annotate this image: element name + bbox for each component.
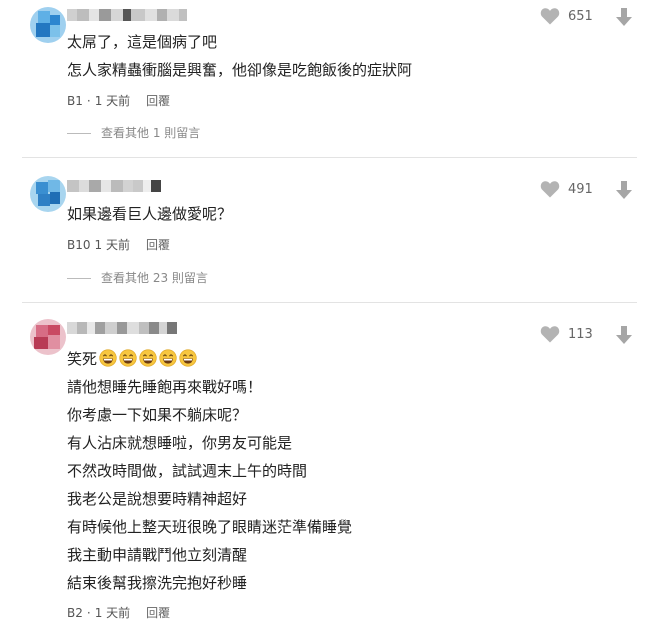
grinning-face-emoji xyxy=(159,349,177,367)
comment-text: 有時候他上整天班很晚了眼睛迷茫準備睡覺 xyxy=(67,518,353,536)
separator: · xyxy=(86,606,91,620)
view-more-replies-label: 查看其他 23 則留言 xyxy=(101,271,208,285)
comment-divider xyxy=(22,157,637,158)
grinning-face-emoji xyxy=(139,349,157,367)
timestamp: 1 天前 xyxy=(94,94,131,108)
like-button[interactable]: 113 xyxy=(540,325,593,343)
comment-text: 請他想睡先睡飽再來戰好嗎！ xyxy=(67,378,263,396)
view-more-replies[interactable]: 查看其他 23 則留言 xyxy=(67,269,208,286)
reply-button[interactable]: 回覆 xyxy=(146,238,170,252)
like-count: 651 xyxy=(568,8,593,24)
dislike-button[interactable] xyxy=(614,7,634,31)
author-name-redacted xyxy=(67,180,161,192)
comment-text: 有人沾床就想睡啦，你男友可能是 xyxy=(67,434,293,452)
comment-text: 不然改時間做，試試週末上午的時間 xyxy=(67,462,308,480)
like-button[interactable]: 651 xyxy=(540,7,593,25)
avatar[interactable] xyxy=(30,7,66,43)
floor-label: B10 xyxy=(67,238,91,252)
comment-text: 怎人家精蟲衝腦是興奮，他卻像是吃飽飯後的症狀阿 xyxy=(67,61,413,79)
comment-text: 我主動申請戰鬥他立刻清醒 xyxy=(67,546,248,564)
comment-text: 太屌了，這是個病了吧 xyxy=(67,33,218,51)
avatar[interactable] xyxy=(30,319,66,355)
comment-meta: B1 · 1 天前 回覆 xyxy=(67,92,170,109)
down-arrow-icon xyxy=(616,181,632,199)
divider-line xyxy=(67,133,91,134)
heart-icon xyxy=(540,326,560,343)
floor-label: B1 xyxy=(67,94,83,108)
separator: · xyxy=(86,94,91,108)
like-count: 113 xyxy=(568,326,593,342)
comment-text: 結束後幫我擦洗完抱好秒睡 xyxy=(67,574,248,592)
grinning-face-emoji xyxy=(179,349,197,367)
comment-text: 笑死 xyxy=(67,349,197,369)
divider-line xyxy=(67,278,91,279)
comment-meta: B2 · 1 天前 回覆 xyxy=(67,604,170,621)
view-more-replies-label: 查看其他 1 則留言 xyxy=(101,126,201,140)
emoji-row xyxy=(97,349,197,368)
author-name-redacted xyxy=(67,322,177,334)
timestamp: 1 天前 xyxy=(94,606,131,620)
like-button[interactable]: 491 xyxy=(540,180,593,198)
view-more-replies[interactable]: 查看其他 1 則留言 xyxy=(67,124,200,141)
grinning-face-emoji xyxy=(99,349,117,367)
grinning-face-emoji xyxy=(119,349,137,367)
comment-text: 我老公是說想要時精神超好 xyxy=(67,490,248,508)
timestamp: 1 天前 xyxy=(94,238,130,252)
heart-icon xyxy=(540,8,560,25)
avatar[interactable] xyxy=(30,176,66,212)
comment-text: 如果邊看巨人邊做愛呢？ xyxy=(67,205,233,223)
comment-text-start: 笑死 xyxy=(67,350,98,368)
like-count: 491 xyxy=(568,181,593,197)
heart-icon xyxy=(540,181,560,198)
down-arrow-icon xyxy=(616,326,632,344)
reply-button[interactable]: 回覆 xyxy=(146,606,170,620)
reply-button[interactable]: 回覆 xyxy=(146,94,170,108)
comment-text: 你考慮一下如果不躺床呢？ xyxy=(67,406,248,424)
floor-label: B2 xyxy=(67,606,83,620)
dislike-button[interactable] xyxy=(614,180,634,204)
comment-meta: B10 1 天前 回覆 xyxy=(67,236,170,253)
dislike-button[interactable] xyxy=(614,325,634,349)
comment-divider xyxy=(22,302,637,303)
down-arrow-icon xyxy=(616,8,632,26)
author-name-redacted xyxy=(67,9,187,21)
